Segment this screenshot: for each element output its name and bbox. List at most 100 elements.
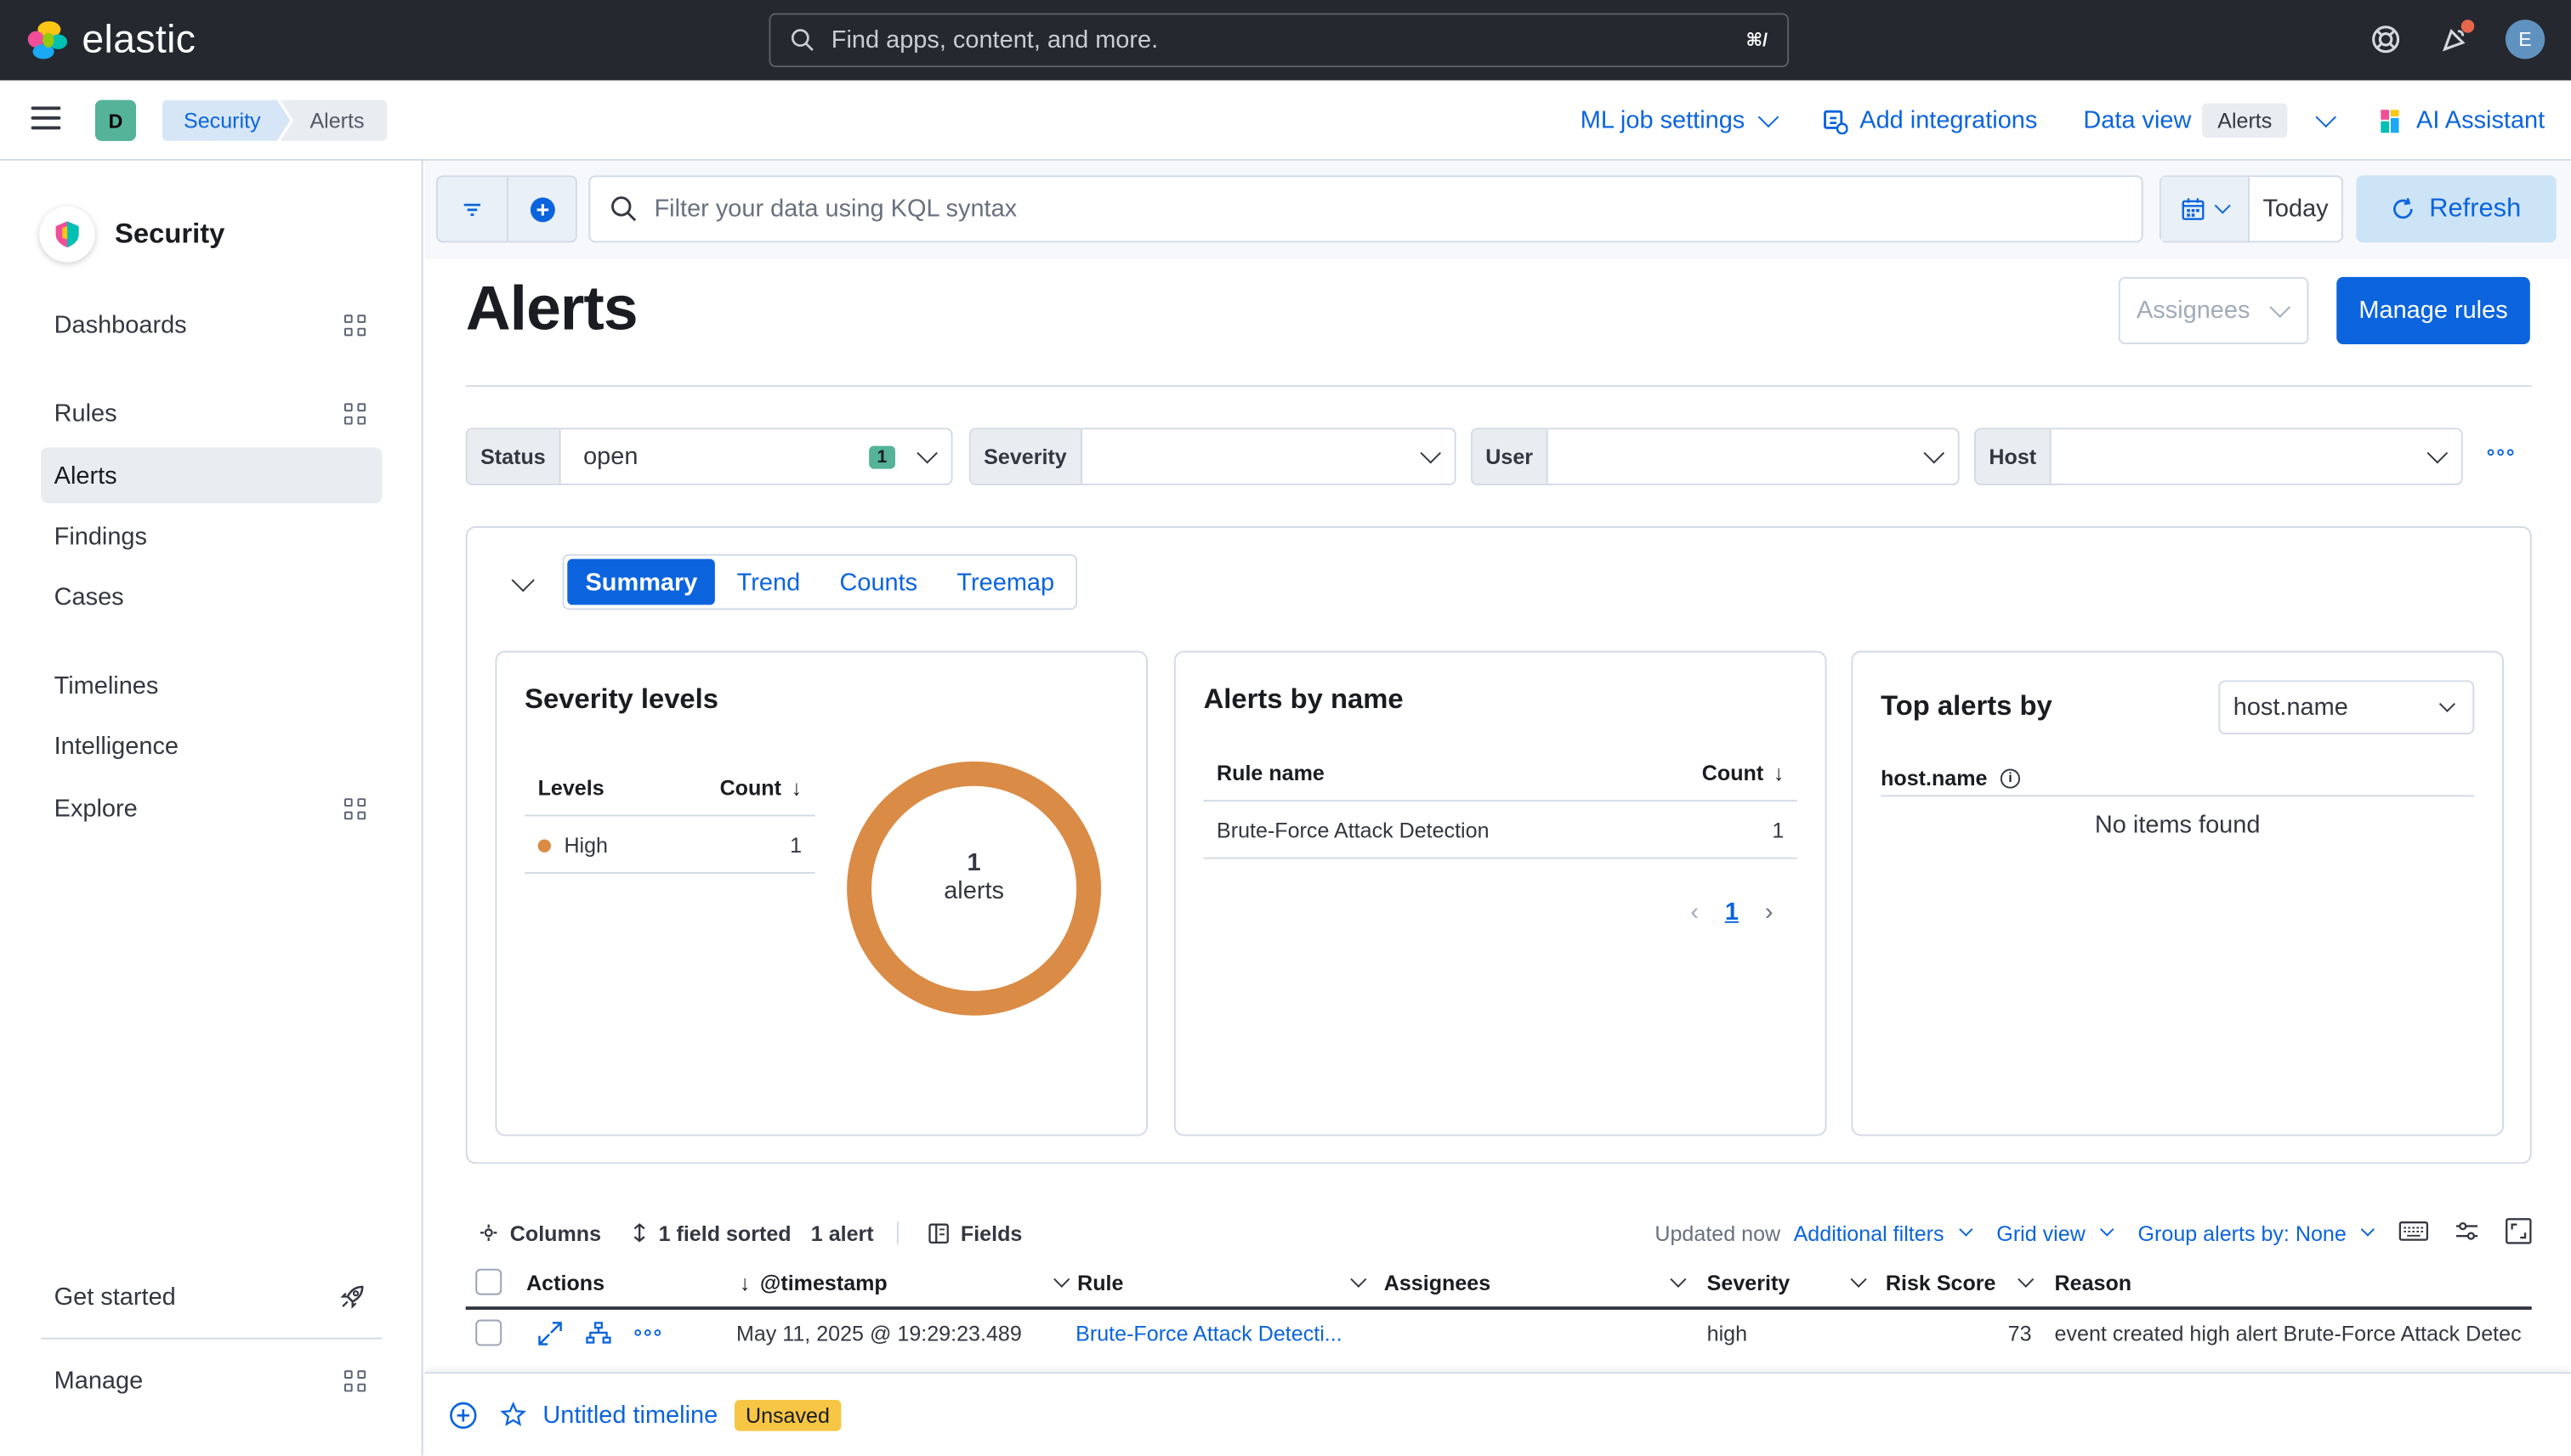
news-feed-icon[interactable] — [2437, 20, 2475, 57]
user-filter-control[interactable]: User — [1470, 428, 1960, 485]
donut-unit: alerts — [944, 876, 1004, 905]
group-field-select[interactable]: host.name — [2218, 680, 2475, 735]
count-column-header[interactable]: Count ↓ — [720, 774, 803, 799]
host-filter-control[interactable]: Host — [1974, 428, 2463, 485]
chevron-down-icon — [1850, 1270, 1867, 1287]
add-integrations-button[interactable]: Add integrations — [1822, 106, 2037, 134]
sidebar-item-label: Alerts — [54, 461, 117, 490]
columns-label: Columns — [509, 1220, 602, 1245]
sidebar-item-intelligence[interactable]: Intelligence — [41, 718, 382, 774]
tab-treemap[interactable]: Treemap — [939, 559, 1072, 605]
alert-count-label: 1 alert — [810, 1220, 874, 1245]
sidebar-item-label: Get started — [54, 1283, 176, 1311]
add-filter-button[interactable] — [506, 177, 576, 241]
breadcrumb-security[interactable]: Security — [162, 100, 290, 141]
updated-status: Updated now — [1654, 1220, 1781, 1245]
sidebar-item-label: Intelligence — [54, 732, 179, 760]
sidebar-item-cases[interactable]: Cases — [41, 569, 382, 625]
sidebar-item-manage[interactable]: Manage — [41, 1352, 382, 1408]
data-view-selector[interactable]: Data view Alerts — [2083, 103, 2336, 139]
more-actions-icon[interactable] — [634, 1310, 661, 1356]
elastic-logo-icon — [26, 20, 69, 62]
user-avatar[interactable]: E — [2505, 20, 2545, 59]
column-header-timestamp[interactable]: ↓ @timestamp — [740, 1257, 1070, 1306]
collapse-chevron-icon[interactable] — [511, 569, 535, 592]
column-header-reason[interactable]: Reason — [2055, 1257, 2132, 1306]
tab-counts[interactable]: Counts — [821, 559, 935, 605]
help-icon[interactable] — [2368, 21, 2404, 57]
quick-select-button[interactable] — [2160, 177, 2250, 241]
assignees-header-label: Assignees — [1383, 1269, 1491, 1295]
ai-assistant-button[interactable]: AI Assistant — [2379, 106, 2545, 134]
group-alerts-button[interactable]: Group alerts by: None — [2138, 1221, 2375, 1245]
refresh-button[interactable]: Refresh — [2356, 175, 2557, 243]
column-header-severity[interactable]: Severity — [1707, 1257, 1867, 1306]
add-integrations-label: Add integrations — [1859, 106, 2038, 135]
keyboard-icon[interactable] — [2398, 1221, 2429, 1245]
fields-button[interactable]: Fields — [928, 1221, 1022, 1245]
card-title: Top alerts by — [1881, 689, 2052, 722]
sidebar-item-dashboards[interactable]: Dashboards — [41, 297, 382, 353]
elastic-logo[interactable]: elastic — [26, 18, 196, 64]
filter-menu-button[interactable] — [438, 177, 507, 241]
calendar-icon — [2182, 198, 2205, 220]
manage-rules-button[interactable]: Manage rules — [2336, 276, 2530, 345]
add-timeline-icon[interactable] — [449, 1401, 477, 1429]
sidebar-item-findings[interactable]: Findings — [41, 508, 382, 564]
sidebar-item-rules[interactable]: Rules — [41, 385, 382, 441]
global-search-input[interactable]: Find apps, content, and more. ⌘/ — [769, 13, 1790, 68]
levels-column-header[interactable]: Levels — [538, 774, 604, 799]
header-subbar: D Security Alerts ML job settings Add in… — [0, 80, 2571, 161]
global-search-placeholder: Find apps, content, and more. — [831, 25, 1159, 54]
refresh-icon — [2394, 197, 2414, 219]
sidebar-item-get-started[interactable]: Get started — [41, 1269, 382, 1325]
page-number[interactable]: 1 — [1725, 898, 1739, 926]
column-header-risk-score[interactable]: Risk Score — [1886, 1257, 2035, 1306]
table-row[interactable]: Brute-Force Attack Detection 1 — [1203, 802, 1797, 859]
charts-panel: Summary Trend Counts Treemap Severity le… — [465, 526, 2532, 1164]
date-range-label[interactable]: Today — [2250, 177, 2341, 241]
tab-summary[interactable]: Summary — [567, 558, 716, 605]
ml-job-settings-button[interactable]: ML job settings — [1581, 105, 1779, 134]
grid-icon — [344, 314, 366, 336]
sort-button[interactable]: 1 field sorted — [631, 1221, 792, 1245]
column-header-rule[interactable]: Rule — [1077, 1257, 1367, 1306]
space-avatar[interactable]: D — [94, 99, 137, 141]
count-column-header[interactable]: Count ↓ — [1702, 760, 1785, 785]
sidebar-item-timelines[interactable]: Timelines — [41, 657, 382, 713]
row-checkbox[interactable] — [475, 1310, 502, 1356]
column-header-assignees[interactable]: Assignees — [1383, 1257, 1687, 1306]
display-settings-icon[interactable] — [2455, 1221, 2479, 1245]
chevron-right-icon[interactable]: › — [1765, 898, 1774, 926]
date-picker[interactable]: Today — [2159, 175, 2343, 243]
additional-filters-button[interactable]: Additional filters — [1794, 1221, 1972, 1245]
timeline-title[interactable]: Untitled timeline — [542, 1401, 718, 1429]
columns-icon — [480, 1224, 497, 1241]
more-filters-icon[interactable] — [2487, 449, 2514, 456]
fullscreen-icon[interactable] — [2506, 1217, 2532, 1249]
info-icon[interactable]: i — [2000, 768, 2021, 788]
select-all-checkbox[interactable] — [475, 1257, 502, 1306]
grid-view-button[interactable]: Grid view — [1996, 1221, 2114, 1245]
star-icon[interactable] — [500, 1401, 527, 1428]
table-row[interactable]: High 1 — [525, 816, 815, 874]
assignees-filter-button[interactable]: Assignees — [2118, 276, 2309, 345]
chevron-left-icon[interactable]: ‹ — [1690, 898, 1699, 926]
table-row[interactable]: May 11, 2025 @ 19:29:23.489 Brute-Force … — [466, 1310, 2532, 1356]
toolbar-separator — [896, 1221, 899, 1244]
sidenav-title: Security — [115, 218, 225, 250]
menu-toggle-icon[interactable] — [31, 106, 61, 130]
status-filter-control[interactable]: Status open 1 — [465, 428, 953, 485]
expand-alert-icon[interactable] — [538, 1310, 563, 1356]
columns-button[interactable]: Columns — [466, 1221, 601, 1245]
chevron-down-icon — [2360, 1221, 2375, 1236]
chevron-down-icon — [2426, 442, 2449, 463]
alert-rule-link[interactable]: Brute-Force Attack Detecti... — [1076, 1310, 1342, 1356]
analyze-event-icon[interactable] — [586, 1310, 612, 1356]
sidebar-item-alerts[interactable]: Alerts — [41, 447, 383, 504]
rule-name-column-header[interactable]: Rule name — [1217, 760, 1325, 785]
kql-search-input[interactable]: Filter your data using KQL syntax — [588, 175, 2143, 243]
severity-filter-control[interactable]: Severity — [968, 428, 1456, 485]
sidebar-item-explore[interactable]: Explore — [41, 780, 382, 836]
tab-trend[interactable]: Trend — [718, 559, 818, 605]
